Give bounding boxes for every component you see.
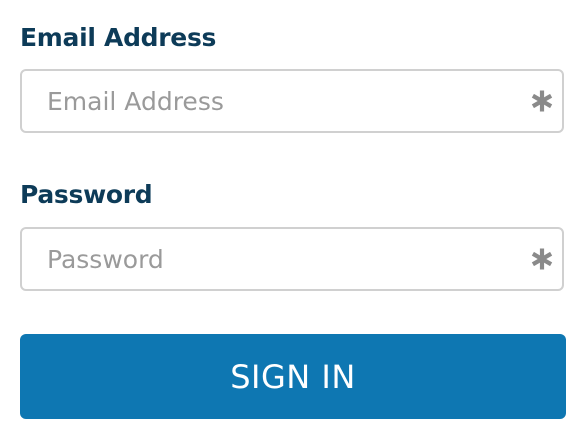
email-field-box[interactable]: [20, 69, 564, 133]
email-field[interactable]: [22, 71, 522, 131]
sign-in-button[interactable]: SIGN IN: [20, 334, 566, 419]
email-label: Email Address: [20, 23, 217, 52]
sign-in-form: Email Address Password SIGN IN: [0, 0, 588, 446]
asterisk-icon: [531, 248, 553, 270]
password-field-box[interactable]: [20, 227, 564, 291]
password-field[interactable]: [22, 229, 522, 289]
asterisk-icon: [531, 90, 553, 112]
password-label: Password: [20, 180, 153, 209]
